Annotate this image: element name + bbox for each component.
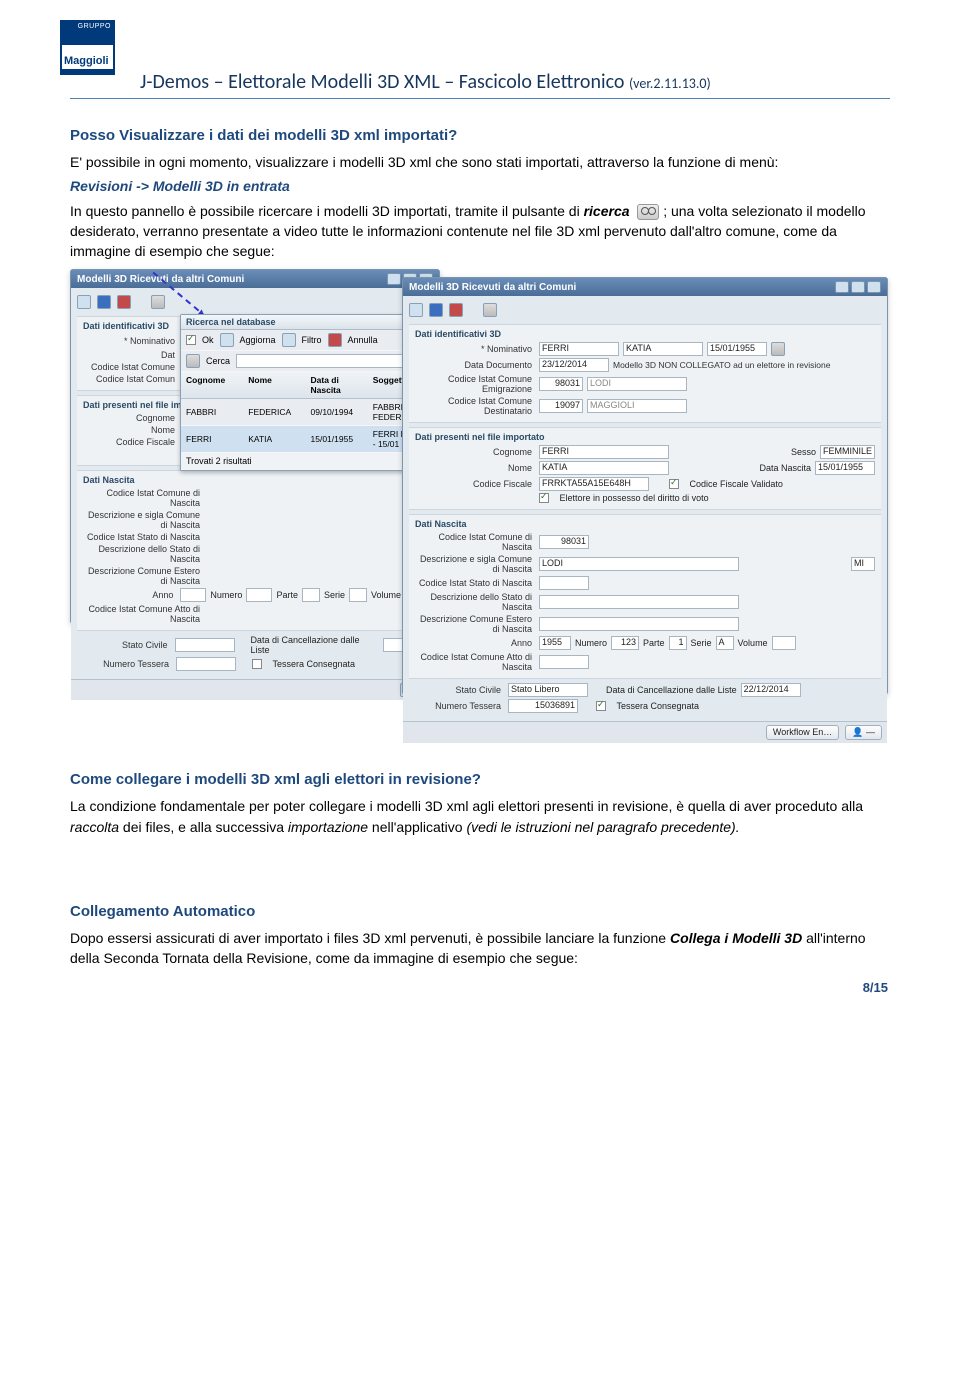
delete-icon[interactable]	[117, 295, 131, 309]
page-number: 8/15	[863, 980, 888, 995]
filter-icon[interactable]	[282, 333, 296, 347]
logo-gruppo: GRUPPO	[62, 22, 113, 31]
screenshot-composite: Modelli 3D Ricevuti da altri Comuni Dati…	[70, 269, 890, 699]
result-row[interactable]: FABBRI FEDERICA 09/10/1994 FABBRI FEDERI…	[181, 399, 434, 426]
new-icon[interactable]	[409, 303, 423, 317]
section2-heading: Come collegare i modelli 3D xml agli ele…	[70, 771, 890, 788]
lookup-icon[interactable]	[771, 342, 785, 356]
section1-p1: E' possibile in ogni momento, visualizza…	[70, 152, 890, 172]
window-controls[interactable]	[835, 281, 881, 293]
save-icon[interactable]	[429, 303, 443, 317]
save-icon[interactable]	[97, 295, 111, 309]
user-button[interactable]: 👤 —	[845, 725, 882, 740]
window-left-title: Modelli 3D Ricevuti da altri Comuni	[71, 270, 439, 288]
search-icon[interactable]	[151, 295, 165, 309]
logo-brand: Maggioli	[62, 45, 113, 69]
window-right: Modelli 3D Ricevuti da altri Comuni Dati…	[402, 277, 888, 695]
search-icon[interactable]	[483, 303, 497, 317]
popup-toolbar: Ok Aggiorna Filtro Annulla	[181, 330, 434, 351]
brand-logo: GRUPPO Maggioli	[60, 20, 115, 75]
cancel-icon[interactable]	[328, 333, 342, 347]
delete-icon[interactable]	[449, 303, 463, 317]
window-right-title: Modelli 3D Ricevuti da altri Comuni	[403, 278, 887, 296]
ricerca-word: ricerca	[584, 203, 630, 219]
new-icon[interactable]	[77, 295, 91, 309]
section1-heading: Posso Visualizzare i dati dei modelli 3D…	[70, 127, 890, 144]
workflow-button[interactable]: Workflow En…	[766, 725, 839, 740]
section3-p1: Dopo essersi assicurati di aver importat…	[70, 928, 890, 969]
page-header: J-Demos – Elettorale Modelli 3D XML – Fa…	[70, 70, 890, 99]
section3-heading: Collegamento Automatico	[70, 903, 890, 920]
header-title-version: (ver.2.11.13.0)	[629, 75, 711, 92]
section2-p1: La condizione fondamentale per poter col…	[70, 796, 890, 837]
menu-path: Revisioni -> Modelli 3D in entrata	[70, 176, 890, 196]
refresh-icon[interactable]	[220, 333, 234, 347]
header-title-main: J-Demos – Elettorale Modelli 3D XML – Fa…	[140, 70, 629, 94]
search-popup: Ricerca nel database Ok Aggiorna Filtro …	[180, 314, 435, 471]
section1-p2: In questo pannello è possibile ricercare…	[70, 201, 890, 262]
binoculars-icon[interactable]	[186, 354, 200, 368]
result-row-selected[interactable]: FERRI KATIA 15/01/1955 FERRI KATIA - 15/…	[181, 426, 434, 453]
binoculars-icon	[637, 204, 659, 220]
toolbar-left	[77, 292, 433, 314]
